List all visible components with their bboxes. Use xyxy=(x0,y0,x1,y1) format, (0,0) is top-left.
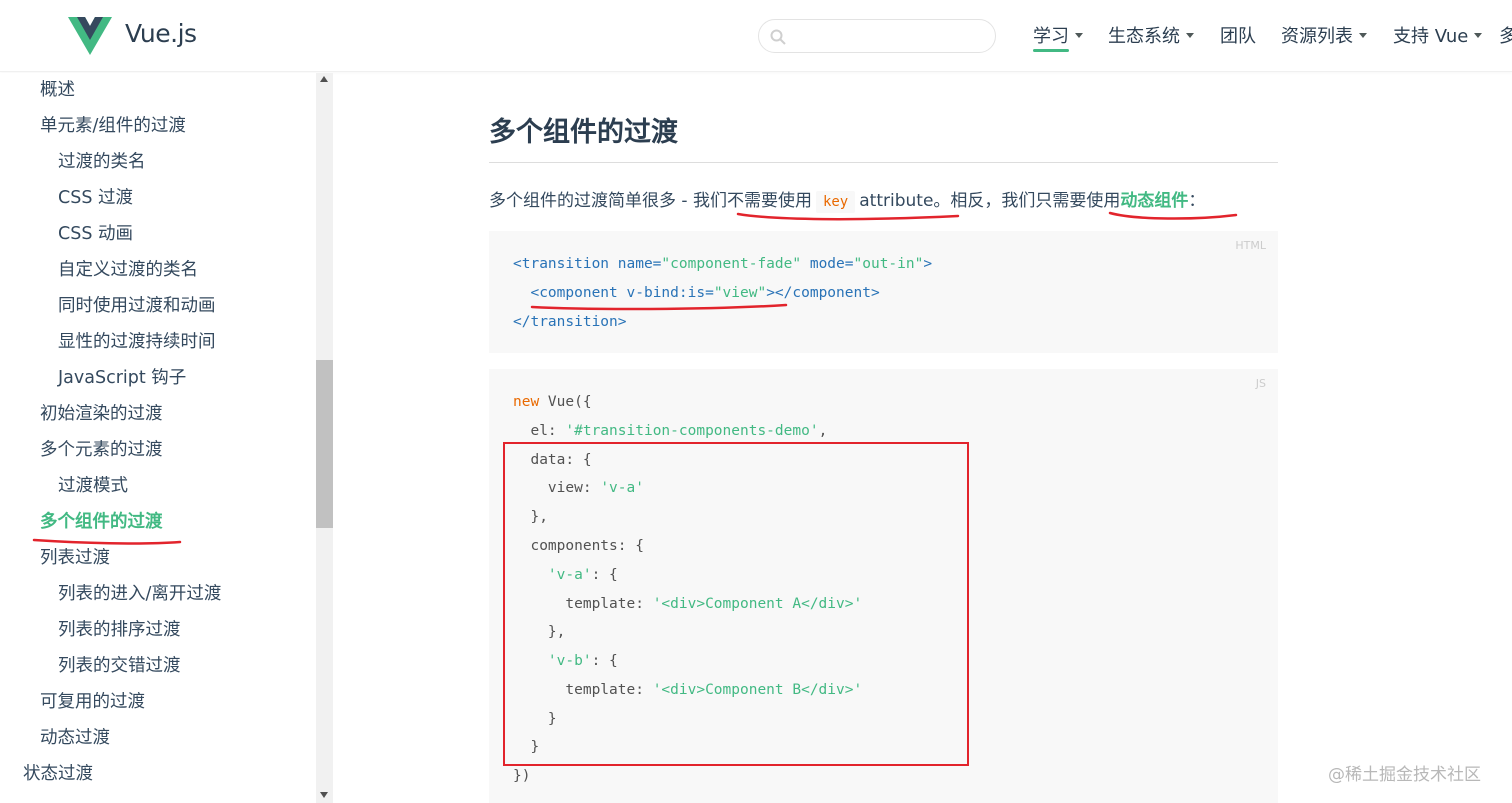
vue-logo-icon[interactable] xyxy=(68,17,112,57)
code-token: , xyxy=(818,423,828,439)
sidebar-item[interactable]: 列表过渡 xyxy=(40,547,110,569)
scroll-thumb[interactable] xyxy=(316,360,333,528)
sidebar-item[interactable]: 列表的交错过渡 xyxy=(58,655,181,677)
annotation-underline xyxy=(530,303,788,311)
sidebar-item[interactable]: 多个元素的过渡 xyxy=(40,439,163,461)
nav-active-underline xyxy=(1033,49,1069,52)
sidebar: 概述 单元素/组件的过渡 过渡的类名 CSS 过渡 CSS 动画 自定义过渡的类… xyxy=(0,73,316,803)
code-token: <transition xyxy=(513,256,618,272)
sidebar-item-active[interactable]: 多个组件的过渡 xyxy=(40,511,163,533)
code-token: v-bind:is= xyxy=(626,285,714,301)
code-token: <component xyxy=(513,285,627,301)
sidebar-item[interactable]: 初始渲染的过渡 xyxy=(40,403,163,425)
section-heading: 多个组件的过渡 xyxy=(489,117,678,148)
code-token: "out-in" xyxy=(853,256,924,272)
nav-resources[interactable]: 资源列表 xyxy=(1281,22,1367,48)
sidebar-item[interactable]: 可复用的过渡 xyxy=(40,691,145,713)
annotation-underline xyxy=(32,538,182,545)
sidebar-item[interactable]: 单元素/组件的过渡 xyxy=(40,115,186,137)
code-token: Vue({ xyxy=(539,394,592,410)
sidebar-item[interactable]: 列表的排序过渡 xyxy=(58,619,181,641)
code-token: new xyxy=(513,394,540,410)
watermark: @稀土掘金技术社区 xyxy=(1328,765,1481,785)
code-token: > xyxy=(923,256,933,272)
nav-label: 资源列表 xyxy=(1281,26,1353,47)
code-token: mode= xyxy=(801,256,854,272)
code-token: "component-fade" xyxy=(661,256,802,272)
nav-label: 生态系统 xyxy=(1108,26,1180,47)
nav-label: 多 xyxy=(1499,26,1512,47)
top-header: Vue.js 学习 生态系统 团队 资源列表 支持 Vue 多 xyxy=(0,0,1512,72)
code-line: <transition name="component-fade" mode="… xyxy=(513,254,932,274)
html-code-block: HTML <transition name="component-fade" m… xyxy=(489,231,1278,353)
nav-learn[interactable]: 学习 xyxy=(1033,22,1083,52)
code-token: '#transition-components-demo' xyxy=(565,423,819,439)
heading-divider xyxy=(489,162,1278,163)
code-line: </transition> xyxy=(513,312,627,332)
annotation-box xyxy=(503,442,969,766)
sidebar-item[interactable]: CSS 动画 xyxy=(58,223,133,245)
code-line: new Vue({ xyxy=(513,392,592,412)
code-lang-label: HTML xyxy=(1235,239,1266,252)
code-line: }) xyxy=(513,768,531,784)
code-line: el: '#transition-components-demo', xyxy=(513,421,827,441)
brand-name[interactable]: Vue.js xyxy=(125,19,197,48)
chevron-down-icon xyxy=(1186,32,1194,38)
code-token: </transition> xyxy=(513,314,627,330)
sidebar-item[interactable]: 动态过渡 xyxy=(40,727,110,749)
nav-support-vue[interactable]: 支持 Vue xyxy=(1393,22,1483,48)
sidebar-item[interactable]: 状态过渡 xyxy=(23,763,93,785)
code-token: el: xyxy=(513,423,566,439)
sidebar-item[interactable]: 过渡模式 xyxy=(58,475,128,497)
code-token: "view" xyxy=(713,285,767,301)
search-icon xyxy=(770,29,786,45)
nav-label: 学习 xyxy=(1033,26,1069,47)
nav-multilang[interactable]: 多 xyxy=(1499,22,1512,48)
annotation-underline xyxy=(736,212,960,221)
search-input[interactable] xyxy=(793,26,983,48)
scroll-down-arrow-icon[interactable] xyxy=(320,792,328,798)
annotation-underline xyxy=(1108,211,1238,220)
sidebar-item[interactable]: 显性的过渡持续时间 xyxy=(58,331,216,353)
sidebar-item[interactable]: CSS 过渡 xyxy=(58,187,133,209)
sidebar-item[interactable]: 自定义过渡的类名 xyxy=(58,259,198,281)
chevron-down-icon xyxy=(1474,32,1483,38)
code-token: ></component> xyxy=(766,285,880,301)
sidebar-item[interactable]: 概述 xyxy=(40,79,75,101)
code-lang-label: JS xyxy=(1255,377,1266,390)
nav-team[interactable]: 团队 xyxy=(1220,22,1256,48)
sidebar-item[interactable]: JavaScript 钩子 xyxy=(58,367,186,389)
sidebar-scrollbar[interactable] xyxy=(316,73,333,803)
nav-ecosystem[interactable]: 生态系统 xyxy=(1108,22,1194,48)
sidebar-item[interactable]: 过渡的类名 xyxy=(58,151,146,173)
sidebar-item[interactable]: 列表的进入/离开过渡 xyxy=(58,583,221,605)
search-box[interactable] xyxy=(758,19,996,53)
chevron-down-icon xyxy=(1359,32,1367,38)
scroll-up-arrow-icon[interactable] xyxy=(320,76,328,82)
code-token: name= xyxy=(617,256,662,272)
sidebar-item[interactable]: 同时使用过渡和动画 xyxy=(58,295,216,317)
nav-label: 团队 xyxy=(1220,26,1256,47)
nav-label: 支持 Vue xyxy=(1393,26,1469,47)
chevron-down-icon xyxy=(1075,32,1083,38)
